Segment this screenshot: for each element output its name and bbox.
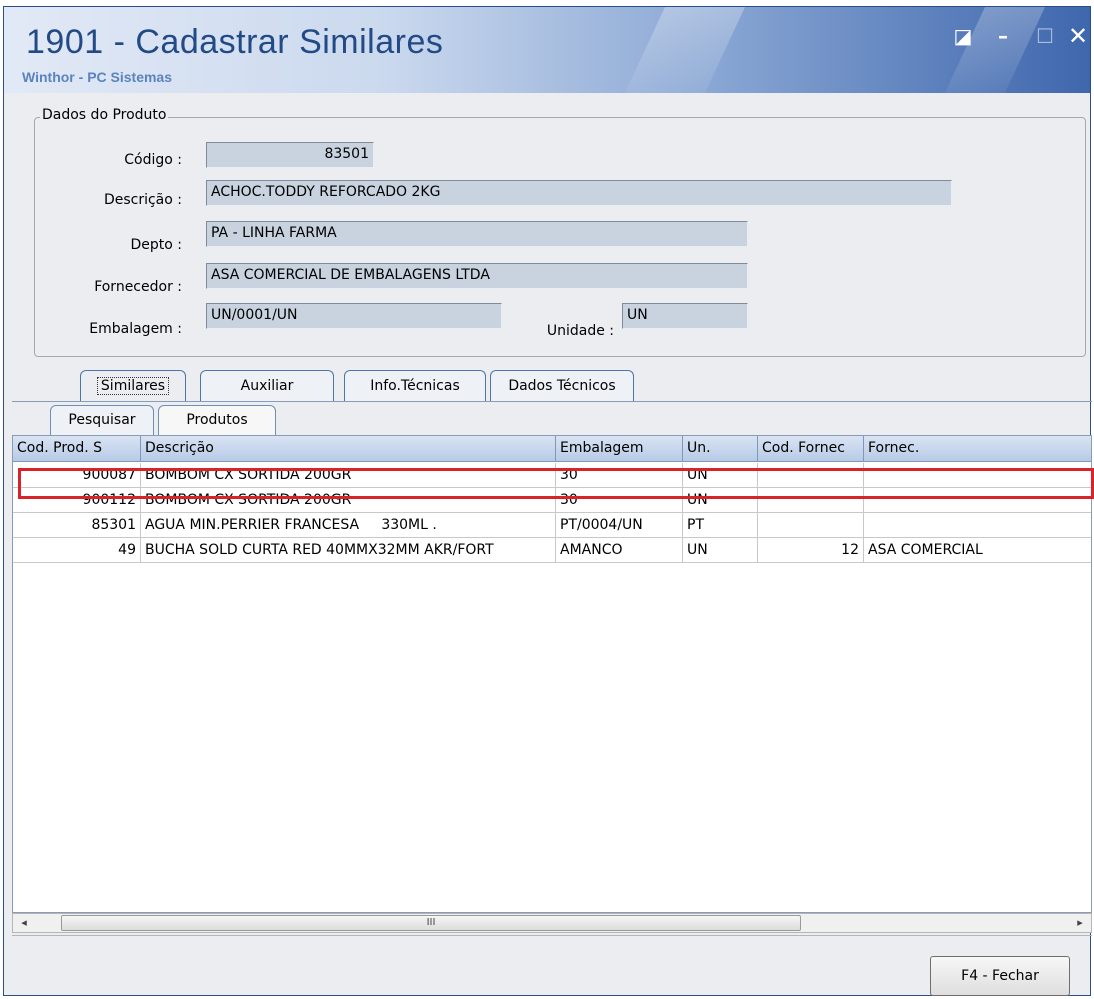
cell-descricao: BOMBOM CX SORTIDA 200GR: [141, 488, 556, 512]
codigo-label: Código :: [124, 152, 182, 168]
tab-produtos[interactable]: Produtos: [158, 405, 276, 435]
table-row[interactable]: 900112 BOMBOM CX SORTIDA 200GR 30 UN: [13, 488, 1091, 513]
cell-fornec: [864, 463, 1091, 487]
cell-fornec: [864, 488, 1091, 512]
col-fornec[interactable]: Fornec.: [864, 436, 1091, 462]
cell-un: UN: [683, 488, 758, 512]
unidade-label: Unidade :: [546, 323, 614, 339]
col-embalagem[interactable]: Embalagem: [556, 436, 683, 462]
horizontal-scrollbar[interactable]: ◂ III ▸: [12, 913, 1092, 933]
main-window: 1901 - Cadastrar Similares Winthor - PC …: [3, 6, 1094, 997]
cell-embalagem: AMANCO: [556, 538, 683, 562]
tabs-divider: [12, 401, 1092, 402]
close-icon[interactable]: ✕: [1067, 24, 1089, 48]
cell-cod-prod: 900112: [13, 488, 141, 512]
tab-dados-tecnicos[interactable]: Dados Técnicos: [490, 370, 634, 402]
tab-similares[interactable]: Similares: [80, 370, 186, 402]
cell-fornec: [864, 513, 1091, 537]
unidade-field[interactable]: UN: [622, 303, 748, 329]
depto-field[interactable]: PA - LINHA FARMA: [206, 221, 748, 247]
codigo-field[interactable]: 83501: [206, 142, 374, 168]
scroll-right-icon[interactable]: ▸: [1071, 914, 1089, 932]
table-row[interactable]: 85301 AGUA MIN.PERRIER FRANCESA 330ML . …: [13, 513, 1091, 538]
cell-cod-prod: 85301: [13, 513, 141, 537]
tab-similares-label: Similares: [96, 377, 170, 395]
title-bar[interactable]: 1901 - Cadastrar Similares Winthor - PC …: [4, 7, 1090, 93]
cell-descricao: AGUA MIN.PERRIER FRANCESA 330ML .: [141, 513, 556, 537]
window-subtitle: Winthor - PC Sistemas: [22, 69, 173, 85]
cell-embalagem: PT/0004/UN: [556, 513, 683, 537]
table-row[interactable]: 49 BUCHA SOLD CURTA RED 40MMX32MM AKR/FO…: [13, 538, 1091, 563]
cell-cod-prod: 49: [13, 538, 141, 562]
cell-descricao: BUCHA SOLD CURTA RED 40MMX32MM AKR/FORT: [141, 538, 556, 562]
cell-un: PT: [683, 513, 758, 537]
minimize-icon[interactable]: –: [992, 25, 1014, 47]
col-descricao[interactable]: Descrição: [141, 436, 556, 462]
scroll-left-icon[interactable]: ◂: [15, 914, 33, 932]
cell-fornec: ASA COMERCIAL: [868, 542, 983, 558]
tab-pesquisar[interactable]: Pesquisar: [50, 405, 154, 435]
descricao-field[interactable]: ACHOC.TODDY REFORCADO 2KG: [206, 180, 952, 206]
fornecedor-label: Fornecedor :: [94, 279, 182, 295]
depto-label: Depto :: [130, 237, 182, 253]
cell-un: UN: [683, 463, 758, 487]
embalagem-field[interactable]: UN/0001/UN: [206, 303, 502, 329]
window-title: 1901 - Cadastrar Similares: [26, 23, 444, 61]
tab-info-tecnicas[interactable]: Info.Técnicas: [344, 370, 486, 402]
cell-un: UN: [683, 538, 758, 562]
cell-embalagem: 30: [556, 488, 683, 512]
cell-cod-prod: 900087: [13, 463, 141, 487]
cell-descricao: BOMBOM CX SORTIDA 200GR: [141, 463, 556, 487]
close-button[interactable]: F4 - Fechar: [930, 956, 1070, 996]
fornecedor-field[interactable]: ASA COMERCIAL DE EMBALAGENS LTDA: [206, 263, 748, 289]
col-cod-prod[interactable]: Cod. Prod. S: [13, 436, 141, 462]
embalagem-label: Embalagem :: [89, 321, 182, 337]
col-cod-fornec[interactable]: Cod. Fornec: [758, 436, 864, 462]
cell-embalagem: 30: [556, 463, 683, 487]
cell-cod-fornec: 12: [758, 538, 864, 562]
maximize-icon[interactable]: ☐: [1034, 25, 1056, 47]
descricao-label: Descrição :: [103, 192, 182, 208]
footer-bar: F4 - Fechar: [12, 935, 1092, 997]
cell-cod-fornec: [758, 488, 864, 512]
similares-grid: Cod. Prod. S Descrição Embalagem Un. Cod…: [12, 435, 1092, 913]
table-row[interactable]: 900087 BOMBOM CX SORTIDA 200GR 30 UN: [13, 463, 1091, 488]
tab-auxiliar[interactable]: Auxiliar: [200, 370, 334, 402]
col-un[interactable]: Un.: [683, 436, 758, 462]
scroll-thumb[interactable]: III: [61, 915, 801, 931]
restore-icon[interactable]: ◪: [952, 25, 974, 47]
grid-header: Cod. Prod. S Descrição Embalagem Un. Cod…: [13, 436, 1091, 462]
product-group-title: Dados do Produto: [40, 107, 169, 123]
cell-cod-fornec: [758, 513, 864, 537]
cell-cod-fornec: [758, 463, 864, 487]
